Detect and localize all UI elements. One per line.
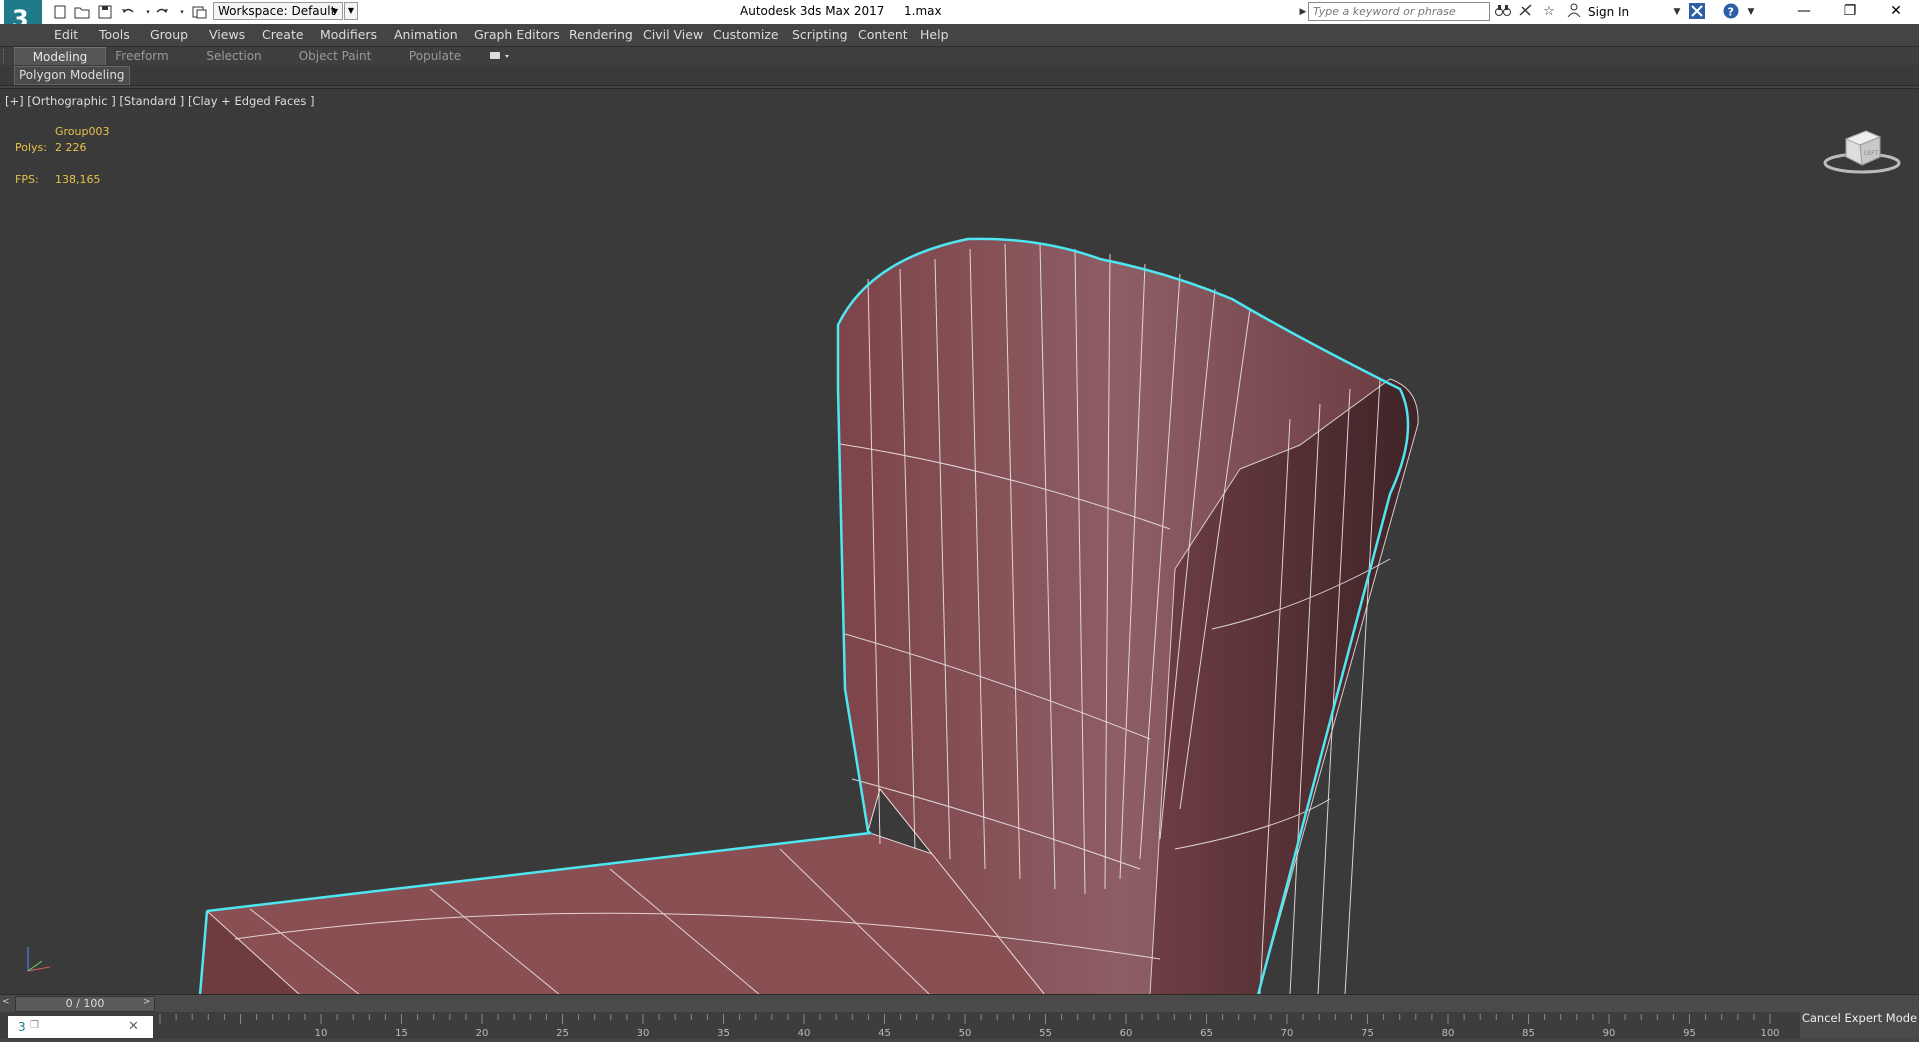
exchange-apps-icon[interactable] xyxy=(1688,3,1706,21)
workspace-label: Workspace: Default xyxy=(218,4,336,18)
axis-gizmo xyxy=(27,947,51,972)
chair-mesh[interactable] xyxy=(0,89,1919,995)
viewport-orthographic[interactable]: [+] [Orthographic ] [Standard ] [Clay + … xyxy=(0,88,1919,995)
ruler-tick-label: 90 xyxy=(1603,1028,1616,1039)
cancel-expert-mode-button[interactable]: Cancel Expert Mode xyxy=(1800,1003,1919,1039)
menu-bar: Edit Tools Group Views Create Modifiers … xyxy=(0,24,1919,47)
new-file-icon[interactable] xyxy=(50,3,70,21)
menu-scripting[interactable]: Scripting xyxy=(792,27,848,42)
menu-group[interactable]: Group xyxy=(150,27,188,42)
menu-animation[interactable]: Animation xyxy=(394,27,458,42)
menu-tools[interactable]: Tools xyxy=(99,27,130,42)
ruler-tick-label: 100 xyxy=(1760,1028,1779,1039)
sign-in-button[interactable]: Sign In xyxy=(1588,5,1629,19)
time-slider-bar: < 0 / 100 > xyxy=(0,994,1919,1013)
binoculars-icon[interactable] xyxy=(1494,3,1512,21)
ruler-tick-label: 50 xyxy=(959,1028,972,1039)
chevron-down-icon: ▼ xyxy=(331,7,338,16)
file-name: 1.max xyxy=(904,4,942,18)
favorites-star-icon[interactable]: ☆ xyxy=(1540,3,1558,21)
ruler-tick-label: 65 xyxy=(1200,1028,1213,1039)
close-mini-icon[interactable]: ✕ xyxy=(128,1019,139,1034)
ribbon-tabs: Modeling Freeform Selection Object Paint… xyxy=(0,47,1919,65)
svg-text:?: ? xyxy=(1728,6,1734,19)
menu-create[interactable]: Create xyxy=(262,27,304,42)
tab-populate[interactable]: Populate xyxy=(400,47,470,65)
ruler-tick-label: 35 xyxy=(717,1028,730,1039)
tab-object-paint[interactable]: Object Paint xyxy=(292,47,378,65)
menu-edit[interactable]: Edit xyxy=(54,27,78,42)
ribbon-options-icon[interactable] xyxy=(488,50,514,62)
redo-dropdown-icon[interactable]: ▾ xyxy=(172,3,192,21)
save-icon[interactable] xyxy=(95,3,115,21)
track-bar-ruler: 10 15 20 25 30 35 40 45 50 55 60 65 70 75 80 85 90 95 100 xyxy=(159,1014,1780,1039)
ruler-tick-label: 30 xyxy=(637,1028,650,1039)
prev-frame-icon[interactable]: < xyxy=(2,997,10,1007)
maxscript-listener-mini[interactable]: 3 ❐ ✕ xyxy=(8,1016,153,1038)
restore-icon[interactable]: ❐ xyxy=(1827,0,1873,24)
menu-content[interactable]: Content xyxy=(858,27,908,42)
app-mini-icon: 3 xyxy=(18,1020,26,1034)
quick-access-customize-button[interactable]: ▼ xyxy=(344,2,358,20)
ruler-tick-label: 40 xyxy=(798,1028,811,1039)
ruler-tick-label: 75 xyxy=(1361,1028,1374,1039)
polygon-modeling-panel[interactable]: Polygon Modeling xyxy=(14,66,130,85)
menu-rendering[interactable]: Rendering xyxy=(569,27,633,42)
workspace-dropdown[interactable]: Workspace: Default ▼ xyxy=(213,2,343,20)
tab-modeling[interactable]: Modeling xyxy=(14,47,106,65)
tab-freeform[interactable]: Freeform xyxy=(107,47,177,65)
close-icon[interactable]: ✕ xyxy=(1873,0,1919,24)
ruler-tick-label: 80 xyxy=(1442,1028,1455,1039)
menu-views[interactable]: Views xyxy=(209,27,245,42)
tab-selection[interactable]: Selection xyxy=(199,47,269,65)
help-icon[interactable]: ? xyxy=(1722,3,1740,21)
title-bar: 3 ▾ ▾ Workspace: Default ▼ ▼ Autodesk 3d… xyxy=(0,0,1919,40)
ribbon-grip[interactable] xyxy=(3,49,8,63)
next-frame-icon[interactable]: > xyxy=(143,997,151,1007)
ruler-tick-label: 95 xyxy=(1683,1028,1696,1039)
menu-civil-view[interactable]: Civil View xyxy=(643,27,703,42)
ruler-tick-label: 25 xyxy=(556,1028,569,1039)
ruler-tick-label: 20 xyxy=(476,1028,489,1039)
ribbon-panel-bar: Polygon Modeling xyxy=(0,65,1919,86)
ruler-tick-label: 15 xyxy=(395,1028,408,1039)
time-slider[interactable]: 0 / 100 xyxy=(15,996,155,1012)
user-icon[interactable] xyxy=(1565,3,1583,21)
project-folder-icon[interactable] xyxy=(190,3,210,21)
restore-mini-icon[interactable]: ❐ xyxy=(30,1020,39,1031)
ruler-tick-label: 55 xyxy=(1039,1028,1052,1039)
menu-modifiers[interactable]: Modifiers xyxy=(320,27,377,42)
search-input[interactable]: Type a keyword or phrase xyxy=(1308,2,1490,21)
ruler-tick-label: 10 xyxy=(315,1028,328,1039)
track-bar[interactable]: 10 15 20 25 30 35 40 45 50 55 60 65 70 75 80 85 90 95 100 xyxy=(0,1012,1919,1039)
minimize-icon[interactable]: — xyxy=(1781,0,1827,24)
app-name: Autodesk 3ds Max 2017 xyxy=(740,4,885,18)
window-title: Autodesk 3ds Max 2017 1.max xyxy=(740,4,942,18)
menu-graph-editors[interactable]: Graph Editors xyxy=(474,27,560,42)
communication-center-icon[interactable] xyxy=(1517,3,1535,21)
ruler-tick-label: 70 xyxy=(1281,1028,1294,1039)
menu-customize[interactable]: Customize xyxy=(713,27,779,42)
redo-icon[interactable] xyxy=(152,3,172,21)
ruler-tick-label: 85 xyxy=(1522,1028,1535,1039)
menu-help[interactable]: Help xyxy=(920,27,949,42)
ruler-tick-label: 45 xyxy=(878,1028,891,1039)
undo-icon[interactable] xyxy=(118,3,138,21)
ruler-tick-label: 60 xyxy=(1120,1028,1133,1039)
help-dropdown-icon[interactable]: ▼ xyxy=(1742,3,1760,21)
sign-in-dropdown-icon[interactable]: ▼ xyxy=(1668,3,1686,21)
open-folder-icon[interactable] xyxy=(72,3,92,21)
